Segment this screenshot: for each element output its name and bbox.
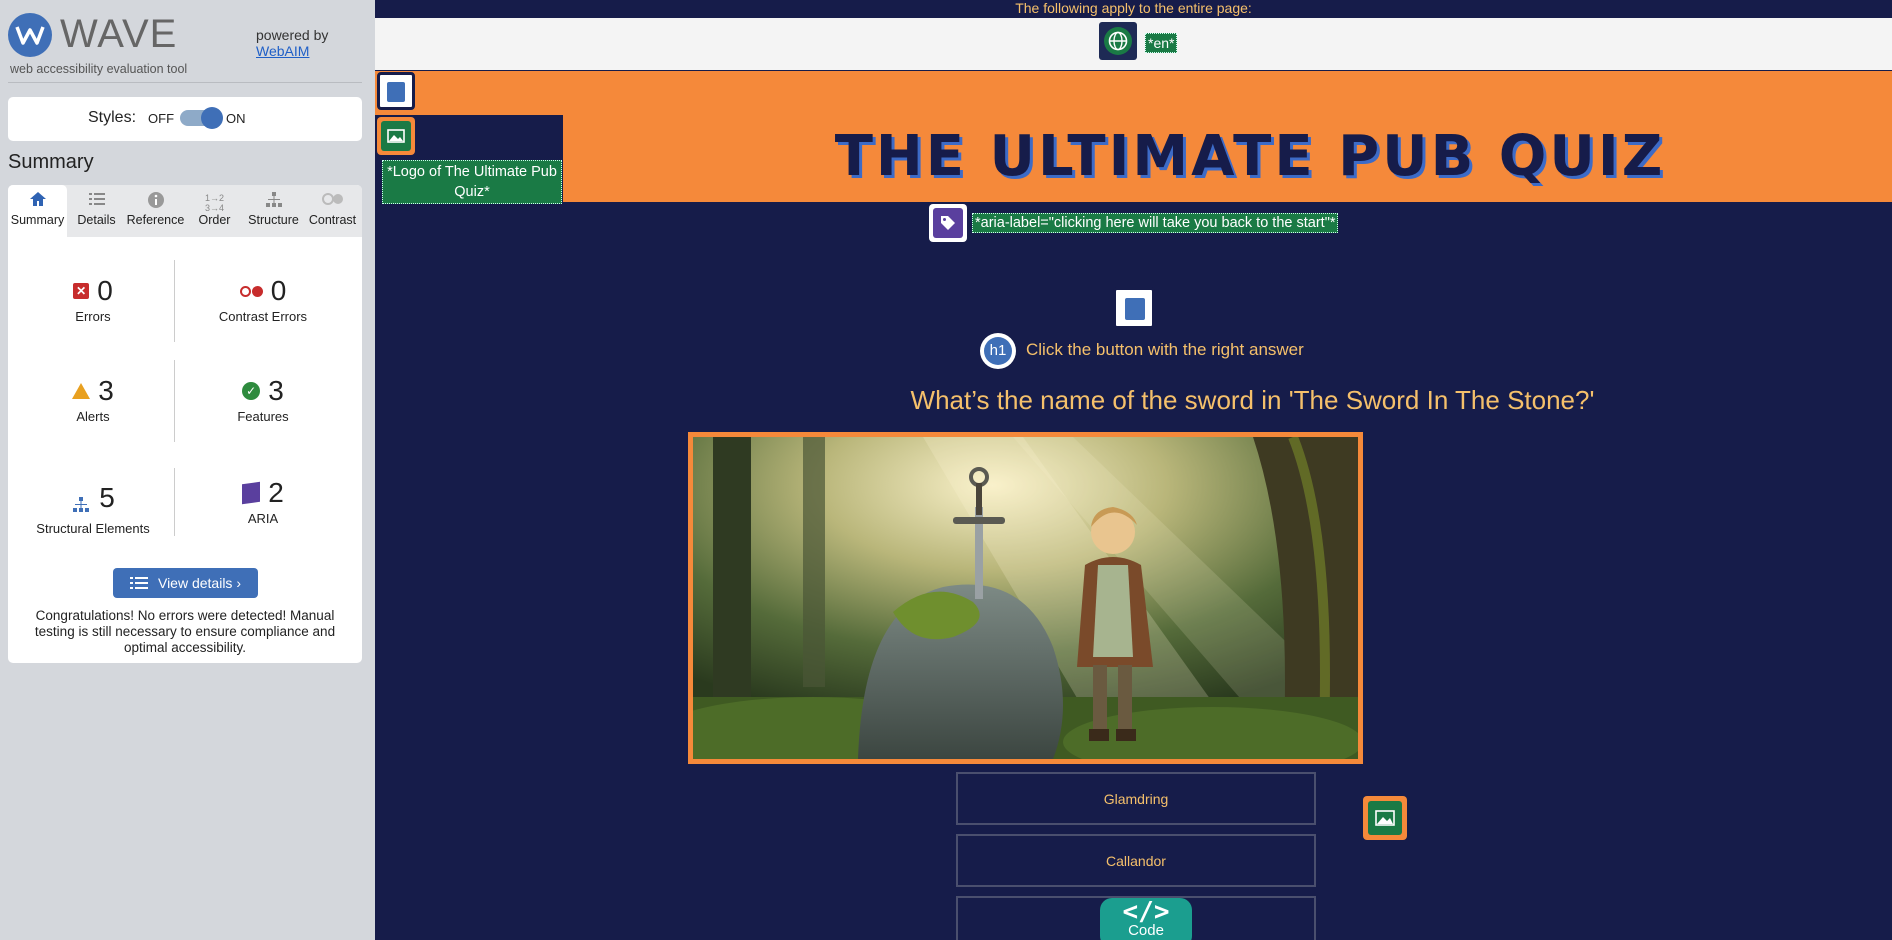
linked-image-icon[interactable] (377, 117, 415, 155)
contrast-icon (303, 191, 362, 213)
stat-value: 3 (268, 375, 284, 406)
styles-on-label: ON (226, 110, 246, 126)
wave-logo-icon (8, 12, 52, 57)
page-level-notice: The following apply to the entire page: (1015, 0, 1252, 16)
summary-heading: Summary (8, 151, 94, 173)
error-icon: ✕ (73, 283, 90, 299)
quiz-image (688, 432, 1363, 764)
tab-label: Summary (10, 213, 65, 227)
congrats-message: Congratulations! No errors were detected… (34, 608, 336, 655)
stat-value: 0 (97, 275, 113, 306)
tab-label: Structure (248, 213, 299, 227)
stat-features[interactable]: ✓ 3 Features (178, 375, 348, 424)
tab-contrast[interactable]: Contrast (303, 185, 362, 237)
answer-button[interactable]: Glamdring (956, 772, 1316, 825)
language-feature-icon[interactable] (1099, 22, 1137, 60)
image-link-icon (381, 121, 411, 151)
tab-label: Reference (126, 213, 185, 227)
stat-label: Structural Elements (36, 521, 150, 536)
powered-by-text: powered by (256, 27, 329, 43)
stat-value: 2 (268, 477, 284, 508)
stat-label: ARIA (247, 511, 279, 526)
structure-icon (244, 191, 303, 213)
contrast-error-icon (239, 285, 263, 297)
wave-tagline: web accessibility evaluation tool (10, 62, 188, 76)
code-toggle-button[interactable]: </> Code (1100, 898, 1192, 940)
code-label: Code (1128, 922, 1164, 939)
styles-label: Styles: (88, 109, 137, 126)
main-region-icon[interactable] (1113, 287, 1155, 329)
stat-label: Alerts (76, 409, 110, 424)
wave-brand: WAVE (60, 12, 178, 56)
aria-icon (242, 481, 261, 505)
header-region-icon[interactable] (377, 72, 415, 110)
stat-structural[interactable]: 5 Structural Elements (8, 482, 178, 536)
tab-label: Order (198, 213, 231, 227)
tab-structure[interactable]: Structure (244, 185, 303, 237)
code-icon: </> (1122, 897, 1170, 927)
stat-errors[interactable]: ✕ 0 Errors (8, 275, 178, 324)
heading-h1-icon[interactable]: h1 (980, 333, 1016, 369)
aria-label-text: *aria-label="clicking here will take you… (972, 213, 1339, 233)
summary-panel: Summary Details Reference 1→23→4 Order (8, 185, 362, 663)
divider (8, 82, 362, 83)
stat-alerts[interactable]: 3 Alerts (8, 375, 178, 424)
region-icon (1125, 298, 1145, 320)
stat-label: Features (237, 409, 289, 424)
aria-label-icon[interactable] (929, 204, 967, 242)
wave-logo[interactable]: WAVE (8, 12, 177, 57)
page-heading: Click the button with the right answer (1026, 340, 1304, 359)
webaim-link[interactable]: WebAIM (256, 43, 309, 59)
alert-icon (72, 383, 91, 399)
toggle-knob (201, 107, 224, 129)
info-icon (126, 191, 185, 213)
tab-order[interactable]: 1→2 3→4 Order (185, 185, 244, 237)
stat-label: Errors (75, 309, 111, 324)
stat-aria[interactable]: 2 ARIA (178, 477, 348, 526)
logo-alt-label: *Logo of The Ultimate Pub Quiz* (382, 160, 562, 204)
wave-sidebar: WAVE web accessibility evaluation tool p… (0, 0, 375, 940)
structure-icon (71, 489, 91, 512)
page-preview: The following apply to the entire page: … (375, 0, 1892, 940)
quiz-question: What’s the name of the sword in 'The Swo… (910, 385, 1595, 415)
tab-summary[interactable]: Summary (8, 185, 67, 237)
sword-in-stone-illustration (693, 437, 1358, 759)
image-feature-icon[interactable] (1363, 796, 1407, 840)
view-details-label: View details › (157, 575, 241, 591)
styles-toggle[interactable] (180, 107, 224, 129)
tab-label: Details (77, 213, 116, 227)
powered-by: powered by WebAIM (256, 27, 328, 59)
feature-icon: ✓ (242, 382, 261, 400)
site-title: THE ULTIMATE PUB QUIZ (834, 124, 1666, 189)
region-icon (387, 82, 405, 102)
list-icon (129, 577, 148, 589)
tab-details[interactable]: Details (67, 185, 126, 237)
tab-label: Contrast (308, 213, 357, 227)
list-icon (67, 191, 126, 213)
panel-tabs: Summary Details Reference 1→23→4 Order (8, 185, 362, 237)
image-icon (1368, 801, 1402, 835)
answer-button[interactable]: Callandor (956, 834, 1316, 887)
stat-label: Contrast Errors (218, 309, 308, 324)
view-details-button[interactable]: View details › (113, 568, 258, 598)
globe-icon (1104, 27, 1132, 55)
stat-value: 3 (98, 375, 114, 406)
tag-icon (933, 208, 963, 238)
styles-off-label: OFF (148, 110, 175, 126)
stat-value: 5 (99, 482, 115, 513)
stat-contrast-errors[interactable]: 0 Contrast Errors (178, 275, 348, 324)
styles-card: Styles: OFF ON (8, 97, 362, 141)
tab-reference[interactable]: Reference (126, 185, 185, 237)
h1-badge-label: h1 (984, 337, 1012, 365)
home-icon (8, 191, 67, 213)
order-icon: 1→2 3→4 (204, 193, 224, 213)
stat-value: 0 (270, 275, 287, 306)
language-label: *en* (1145, 33, 1178, 53)
